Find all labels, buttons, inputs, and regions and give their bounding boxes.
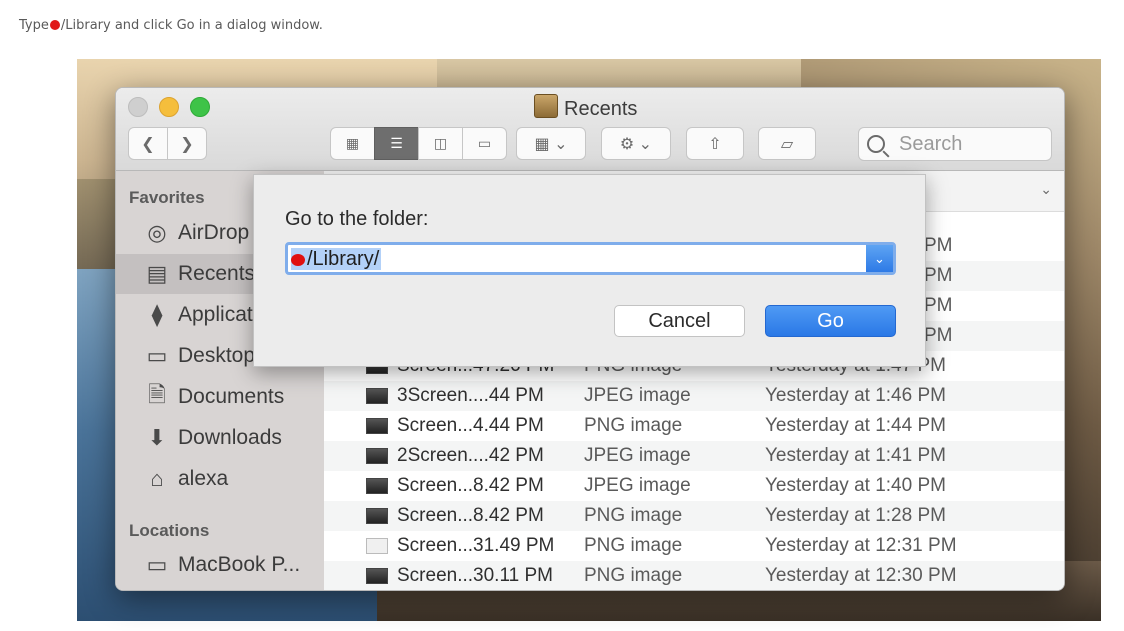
chevron-down-icon[interactable]: ⌄ [866, 245, 893, 272]
sidebar-item-downloads[interactable]: ⬇ Downloads [116, 418, 324, 458]
recents-icon [534, 94, 558, 118]
image-file-icon [366, 538, 388, 554]
image-file-icon [366, 478, 388, 494]
recents-icon: ▤ [146, 261, 168, 286]
sidebar-item-macbook[interactable]: ▭ MacBook P... [116, 545, 324, 585]
table-row[interactable]: 3Screen....44 PM JPEG image Yesterday at 1… [324, 381, 1064, 411]
folder-path-input[interactable]: /Library/ ⌄ [285, 242, 896, 275]
back-button[interactable]: ❮ [128, 127, 168, 160]
gallery-view-button[interactable]: ▭ [462, 127, 507, 160]
desktop-icon: ▭ [146, 343, 168, 368]
image-file-icon [366, 448, 388, 464]
grid-icon: ▦ [345, 135, 360, 151]
group-icon: ▦ ⌄ [534, 135, 568, 153]
table-row[interactable]: Screen...8.42 PM JPEG image Yesterday at 1… [324, 471, 1064, 501]
selected-path-text: /Library/ [291, 248, 382, 270]
sidebar-item-home[interactable]: ⌂ alexa [116, 459, 324, 499]
columns-icon: ◫ [433, 135, 448, 151]
share-button[interactable]: ⇧ [686, 127, 744, 160]
table-row[interactable]: Screen...30.11 PM PNG image Yesterday at 1… [324, 561, 1064, 590]
table-row[interactable]: 2Screen....42 PM JPEG image Yesterday at 1… [324, 441, 1064, 471]
image-file-icon [366, 508, 388, 524]
downloads-icon: ⬇ [147, 425, 167, 450]
table-row[interactable]: Screen...8.42 PM PNG image Yesterday at 1:… [324, 501, 1064, 531]
maximize-button[interactable] [190, 97, 210, 117]
forward-button[interactable]: ❯ [167, 127, 207, 160]
titlebar: Recents ❮ ❯ ▦ ☰ ◫ ▭ ▦ ⌄ ⚙ ⌄ ⇧ ▱ Search [116, 88, 1064, 171]
search-field[interactable]: Search [858, 127, 1052, 161]
sidebar-item-documents[interactable]: 🗎 Documents [116, 377, 324, 417]
column-view-button[interactable]: ◫ [418, 127, 463, 160]
list-view-button[interactable]: ☰ [374, 127, 419, 160]
instruction-caption: Type/Library and click Go in a dialog wi… [19, 18, 323, 33]
gear-icon: ⚙ ⌄ [619, 135, 653, 153]
caption-suffix: /Library and click Go in a dialog window… [60, 18, 323, 33]
icon-view-button[interactable]: ▦ [330, 127, 375, 160]
red-dot-icon [291, 254, 305, 266]
airdrop-icon: ◎ [147, 220, 167, 245]
favorites-header: Favorites [129, 188, 205, 207]
image-file-icon [366, 418, 388, 434]
image-file-icon [366, 388, 388, 404]
tags-button[interactable]: ▱ [758, 127, 816, 160]
chevron-right-icon: ❯ [180, 135, 194, 153]
go-button[interactable]: Go [765, 305, 896, 337]
chevron-down-icon[interactable]: ⌄ [1040, 181, 1052, 198]
minimize-button[interactable] [159, 97, 179, 117]
close-button[interactable] [128, 97, 148, 117]
applications-icon: ⧫ [151, 302, 163, 327]
go-to-folder-dialog: Go to the folder: /Library/ ⌄ Cancel Go [253, 174, 926, 367]
caption-prefix: Type [19, 18, 49, 33]
view-mode-group: ▦ ☰ ◫ ▭ [330, 127, 507, 160]
search-placeholder: Search [899, 132, 963, 155]
group-button[interactable]: ▦ ⌄ [516, 127, 586, 160]
table-row[interactable]: Screen...4.44 PM PNG image Yesterday at 1:… [324, 411, 1064, 441]
documents-icon: 🗎 [148, 382, 166, 407]
share-icon: ⇧ [708, 135, 722, 153]
search-icon [867, 135, 885, 153]
image-file-icon [366, 568, 388, 584]
chevron-left-icon: ❮ [141, 135, 155, 153]
dialog-prompt: Go to the folder: [285, 208, 429, 230]
locations-header: Locations [129, 521, 210, 540]
action-button[interactable]: ⚙ ⌄ [601, 127, 671, 160]
red-dot-icon [49, 20, 60, 30]
window-title: Recents [534, 94, 637, 121]
cancel-button[interactable]: Cancel [614, 305, 745, 337]
gallery-icon: ▭ [477, 135, 492, 151]
laptop-icon: ▭ [146, 552, 168, 577]
home-icon: ⌂ [150, 466, 164, 491]
tag-icon: ▱ [780, 135, 794, 153]
list-icon: ☰ [390, 135, 403, 151]
table-row[interactable]: Screen...31.49 PM PNG image Yesterday at 1… [324, 531, 1064, 561]
